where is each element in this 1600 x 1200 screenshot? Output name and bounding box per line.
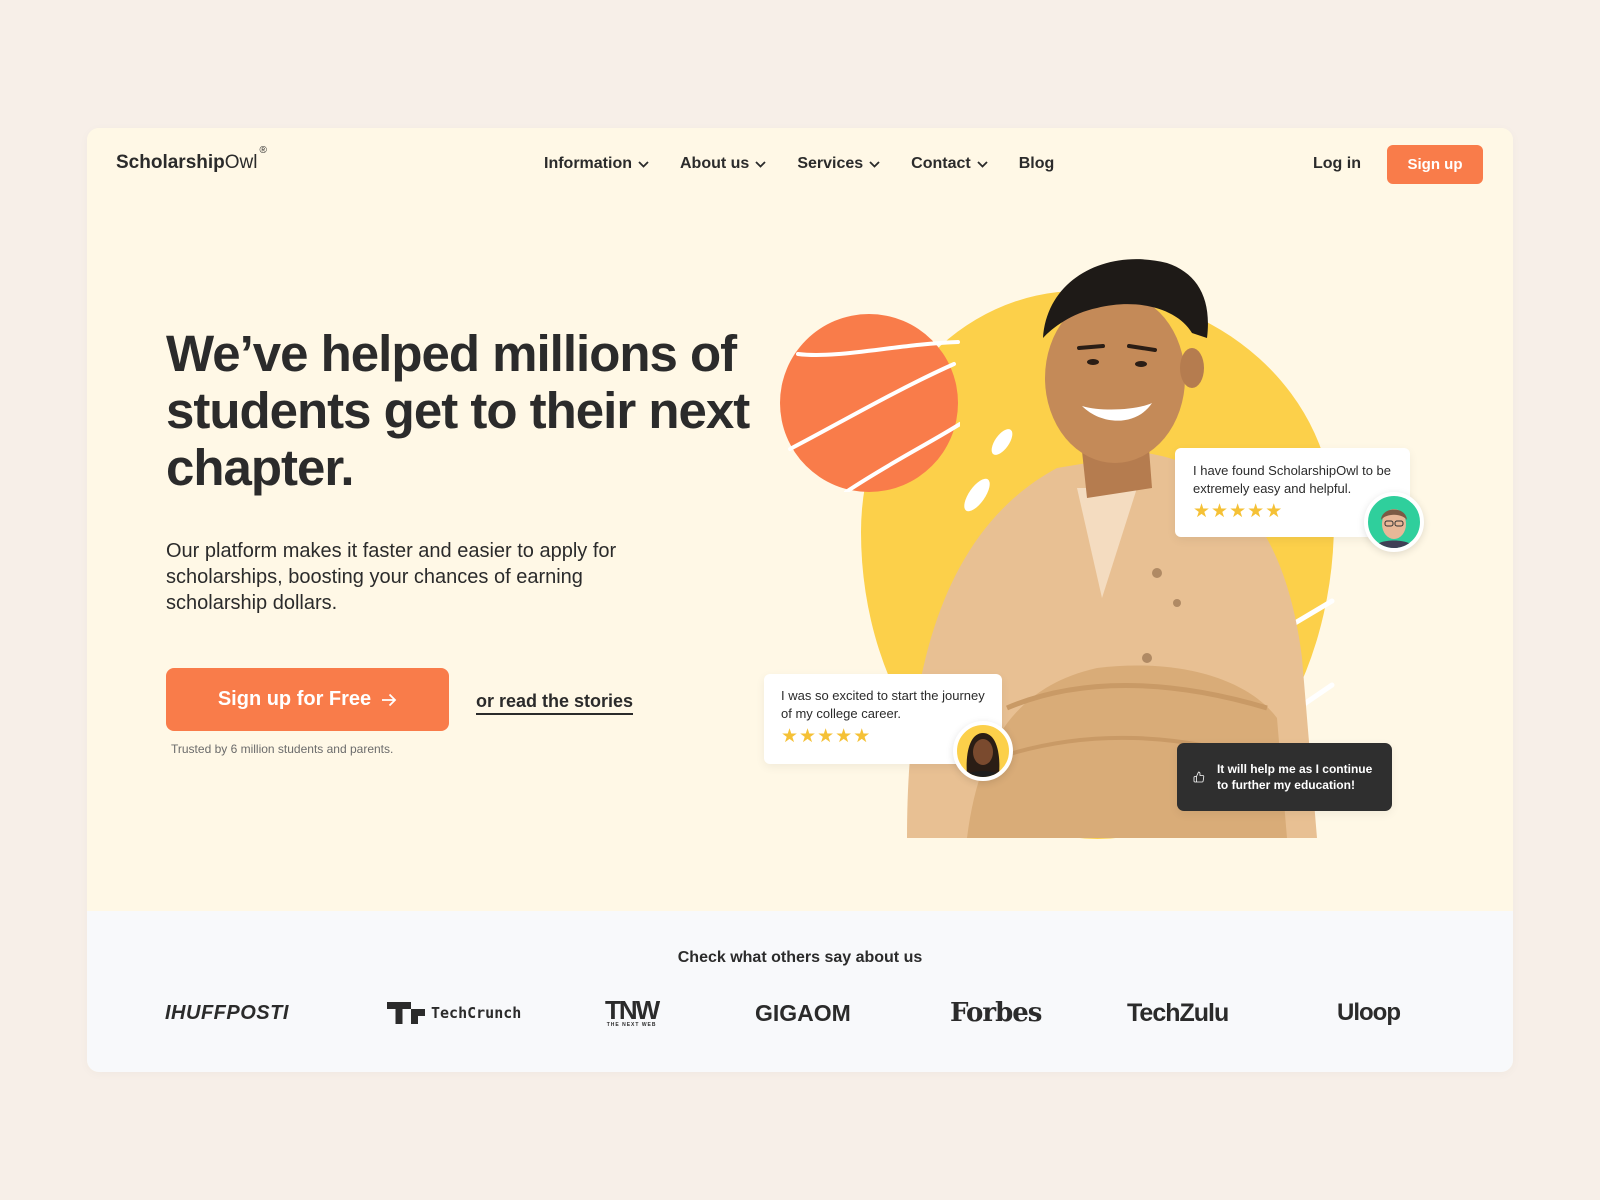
testimonial-text: It will help me as I continue to further…: [1216, 762, 1373, 792]
techzulu-logo[interactable]: TechZulu: [1127, 993, 1229, 1033]
landing-page: ScholarshipOwl® Information About us Ser…: [87, 128, 1513, 1072]
star-icon: ★: [1247, 501, 1265, 522]
uloop-logo[interactable]: Uloop: [1337, 993, 1401, 1033]
nav-item-about-us[interactable]: About us: [680, 155, 766, 173]
chevron-down-icon: [755, 160, 766, 168]
nav-item-contact[interactable]: Contact: [911, 155, 988, 173]
testimonial-card-dark: It will help me as I continue to further…: [1177, 743, 1392, 811]
star-icon: ★: [1229, 501, 1247, 522]
nav-label: Services: [797, 155, 864, 172]
avatar-photo: [1374, 509, 1414, 548]
testimonial-text: I have found ScholarshipOwl to be extrem…: [1193, 463, 1392, 496]
star-icon: ★: [835, 726, 853, 747]
star-icon: ★: [1211, 501, 1229, 522]
testimonial-text: I was so excited to start the journey of…: [781, 688, 985, 721]
hero-headline: We’ve helped millions of students get to…: [166, 325, 750, 496]
star-icon: ★: [781, 726, 799, 747]
nav-item-services[interactable]: Services: [797, 155, 880, 173]
avatar: [1364, 492, 1424, 552]
chevron-down-icon: [977, 160, 988, 168]
brand-name-bold: Scholarship: [116, 152, 225, 173]
techcrunch-logo[interactable]: TechCrunch: [387, 993, 521, 1033]
star-icon: ★: [1265, 501, 1283, 522]
star-icon: ★: [799, 726, 817, 747]
hero-subtext: Our platform makes it faster and easier …: [166, 540, 617, 614]
login-link[interactable]: Log in: [1313, 155, 1361, 173]
nav-item-information[interactable]: Information: [544, 155, 649, 173]
signup-free-button[interactable]: Sign up for Free: [166, 668, 449, 731]
press-section: Check what others say about us IHUFFPOST…: [87, 911, 1513, 1072]
brand-name-light: Owl: [224, 152, 258, 173]
gigaom-logo[interactable]: GIGAOM: [755, 993, 851, 1033]
press-title: Check what others say about us: [677, 949, 923, 966]
nav-item-blog[interactable]: Blog: [1019, 155, 1055, 173]
star-icon: ★: [817, 726, 835, 747]
read-stories-link[interactable]: or read the stories: [476, 691, 634, 715]
avatar: [953, 721, 1013, 781]
arrow-right-icon: [382, 693, 397, 706]
cta-label: Sign up for Free: [217, 688, 372, 710]
trusted-note: Trusted by 6 million students and parent…: [171, 742, 394, 756]
star-icon: ★: [1193, 501, 1211, 522]
nav-label: Information: [544, 155, 632, 172]
star-icon: ★: [853, 726, 871, 747]
star-rating: ★ ★ ★ ★ ★: [1193, 502, 1392, 522]
techcrunch-mark-icon: [387, 1002, 425, 1024]
nav-label: Blog: [1018, 155, 1055, 172]
nav-label: Contact: [911, 155, 971, 172]
chevron-down-icon: [638, 160, 649, 168]
huffpost-logo[interactable]: IHUFFPOSTI: [165, 993, 289, 1033]
thumbs-up-icon: [1193, 771, 1205, 783]
main-nav: Information About us Services Contact Bl…: [544, 155, 1085, 173]
press-logos: IHUFFPOSTI TechCrunch TNW THE NEXT WEB G…: [165, 993, 1435, 1033]
chevron-down-icon: [869, 160, 880, 168]
forbes-logo[interactable]: Forbes: [950, 993, 1042, 1033]
tnw-logo[interactable]: TNW THE NEXT WEB: [605, 993, 660, 1033]
registered-mark: ®: [259, 144, 267, 156]
avatar-photo: [965, 733, 1001, 777]
signup-button[interactable]: Sign up: [1387, 145, 1483, 184]
hero-section: ScholarshipOwl® Information About us Ser…: [87, 128, 1513, 911]
nav-label: About us: [680, 155, 750, 172]
brand-logo[interactable]: ScholarshipOwl®: [116, 145, 267, 174]
